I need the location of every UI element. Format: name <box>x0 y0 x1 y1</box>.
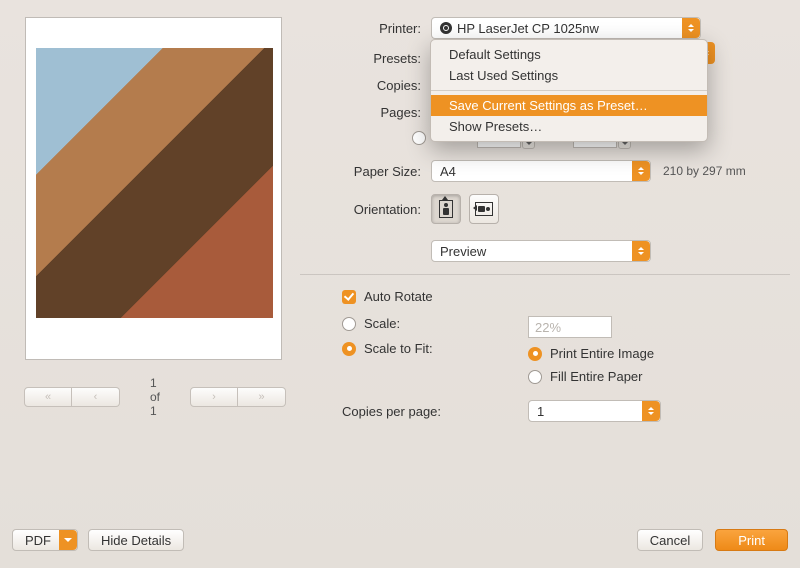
copies-per-page-dropdown[interactable]: 1 <box>528 400 661 422</box>
dropdown-caret-icon <box>632 161 650 181</box>
scale-radio-row[interactable]: Scale: <box>342 316 512 331</box>
print-entire-radio-row[interactable]: Print Entire Image <box>528 346 654 361</box>
print-entire-label: Print Entire Image <box>550 346 654 361</box>
printer-dropdown[interactable]: HP LaserJet CP 1025nw <box>431 17 701 39</box>
printer-label: Printer: <box>300 21 431 36</box>
bottom-bar: PDF Hide Details Cancel Print <box>0 512 800 568</box>
preview-image <box>36 48 273 318</box>
auto-rotate-label: Auto Rotate <box>364 289 433 304</box>
paper-size-label: Paper Size: <box>300 164 431 179</box>
menu-item-save-preset[interactable]: Save Current Settings as Preset… <box>431 95 707 116</box>
prev-page-button[interactable]: ‹ <box>72 387 120 407</box>
presets-menu: Default Settings Last Used Settings Save… <box>430 39 708 142</box>
fill-entire-label: Fill Entire Paper <box>550 369 642 384</box>
copies-label: Copies: <box>300 78 431 93</box>
scale-label: Scale: <box>364 316 400 331</box>
next-page-button[interactable]: › <box>190 387 238 407</box>
copies-per-page-label: Copies per page: <box>342 404 512 419</box>
pages-label: Pages: <box>300 105 431 120</box>
copies-per-page-value: 1 <box>537 404 544 419</box>
checkmark-icon <box>342 290 356 304</box>
orientation-landscape-button[interactable] <box>469 194 499 224</box>
menu-item-last-used-settings[interactable]: Last Used Settings <box>431 65 707 86</box>
scale-to-fit-radio-row[interactable]: Scale to Fit: <box>342 341 512 356</box>
chevron-down-icon <box>59 530 77 550</box>
preview-panel: « ‹ 1 of 1 › » <box>25 17 285 418</box>
last-page-button[interactable]: » <box>238 387 286 407</box>
first-page-button[interactable]: « <box>24 387 72 407</box>
presets-label: Presets: <box>300 51 431 66</box>
scale-input[interactable]: 22% <box>528 316 612 338</box>
divider <box>300 274 790 275</box>
landscape-icon <box>475 202 493 216</box>
auto-rotate-checkbox[interactable]: Auto Rotate <box>342 289 433 304</box>
scale-to-fit-label: Scale to Fit: <box>364 341 433 356</box>
fill-entire-radio[interactable] <box>528 370 542 384</box>
portrait-icon <box>439 200 453 218</box>
dropdown-caret-icon <box>632 241 650 261</box>
scale-radio[interactable] <box>342 317 356 331</box>
cancel-button[interactable]: Cancel <box>637 529 703 551</box>
print-preview <box>25 17 282 360</box>
section-value: Preview <box>440 244 486 259</box>
paper-size-value: A4 <box>440 164 456 179</box>
orientation-label: Orientation: <box>300 202 431 217</box>
hide-details-button[interactable]: Hide Details <box>88 529 184 551</box>
scale-to-fit-radio[interactable] <box>342 342 356 356</box>
printer-value: HP LaserJet CP 1025nw <box>457 21 599 36</box>
print-button[interactable]: Print <box>715 529 788 551</box>
menu-separator <box>431 90 707 91</box>
dropdown-caret-icon <box>682 18 700 38</box>
dropdown-caret-icon <box>642 401 660 421</box>
preview-pagination: « ‹ 1 of 1 › » <box>25 376 285 418</box>
menu-item-show-presets[interactable]: Show Presets… <box>431 116 707 137</box>
page-indicator: 1 of 1 <box>130 376 180 418</box>
pages-range-radio[interactable] <box>412 131 426 145</box>
paper-size-dropdown[interactable]: A4 <box>431 160 651 182</box>
orientation-portrait-button[interactable] <box>431 194 461 224</box>
print-entire-radio[interactable] <box>528 347 542 361</box>
pdf-button[interactable]: PDF <box>12 529 78 551</box>
printer-status-icon <box>440 22 452 34</box>
paper-dimensions: 210 by 297 mm <box>663 164 746 178</box>
menu-item-default-settings[interactable]: Default Settings <box>431 44 707 65</box>
fill-entire-radio-row[interactable]: Fill Entire Paper <box>528 369 654 384</box>
section-dropdown[interactable]: Preview <box>431 240 651 262</box>
